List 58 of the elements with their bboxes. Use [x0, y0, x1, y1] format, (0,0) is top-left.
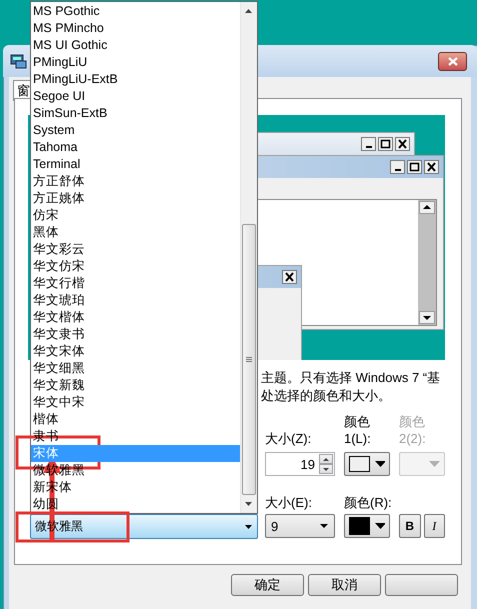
dialog-button[interactable]: [385, 574, 458, 596]
font-option[interactable]: 方正姚体: [31, 190, 240, 207]
color-label: 1(L):: [344, 430, 372, 447]
font-option[interactable]: Terminal: [31, 156, 240, 173]
down-arrow-icon[interactable]: [244, 501, 253, 507]
down-arrow-icon[interactable]: [323, 466, 329, 472]
font-option[interactable]: 黑体: [31, 224, 240, 241]
font-option[interactable]: 华文楷体: [31, 309, 240, 326]
description-text: 处选择的颜色和大小。: [261, 387, 392, 405]
up-arrow-icon[interactable]: [323, 456, 329, 462]
color-label: 颜色(R):: [344, 494, 390, 511]
minimize-icon: [366, 146, 372, 148]
font-option[interactable]: 华文细黑: [31, 360, 240, 377]
font-option[interactable]: MS UI Gothic: [31, 37, 240, 54]
italic-button[interactable]: I: [424, 514, 445, 538]
dialog-button[interactable]: 取消: [308, 574, 381, 596]
font-option[interactable]: 方正舒体: [31, 173, 240, 190]
minimize-icon: [394, 169, 400, 171]
dialog-button[interactable]: 确定: [231, 574, 304, 596]
font-option[interactable]: SimSun-ExtB: [31, 105, 240, 122]
font-option[interactable]: Tahoma: [31, 139, 240, 156]
font-option[interactable]: 华文琥珀: [31, 292, 240, 309]
color-label: 颜色: [344, 413, 371, 430]
close-icon: [446, 56, 458, 66]
font-option[interactable]: 华文行楷: [31, 275, 240, 292]
font-option[interactable]: 华文新魏: [31, 377, 240, 394]
size-label: 大小(E):: [265, 494, 313, 511]
size-spinner[interactable]: 19: [265, 452, 335, 476]
caret-icon: [375, 523, 385, 529]
up-arrow-icon[interactable]: [244, 8, 253, 14]
font-option[interactable]: MS PMincho: [31, 20, 240, 37]
bold-button[interactable]: B: [399, 514, 420, 538]
caret-icon: [374, 461, 385, 467]
font-option[interactable]: 华文宋体: [31, 343, 240, 360]
font-option[interactable]: PMingLiU: [31, 54, 240, 71]
caret-icon: [429, 461, 440, 467]
close-button[interactable]: [438, 52, 467, 70]
font-option[interactable]: 华文彩云: [31, 241, 240, 258]
caret-icon: [320, 524, 328, 528]
grip-icon: [246, 357, 252, 362]
caret-icon: [244, 524, 253, 530]
size-dropdown[interactable]: 9: [265, 514, 335, 538]
font-option[interactable]: 华文隶书: [31, 326, 240, 343]
font-option[interactable]: MS PGothic: [31, 3, 240, 20]
font-option[interactable]: System: [31, 122, 240, 139]
color-label: 2(2):: [399, 430, 427, 447]
color-picker[interactable]: [344, 452, 390, 476]
font-option[interactable]: 华文中宋: [31, 394, 240, 411]
font-option[interactable]: 楷体: [31, 411, 240, 428]
display-icon: [10, 53, 27, 69]
color-label: 颜色: [399, 413, 426, 430]
description-text: 主题。只有选择 Windows 7 “基: [261, 369, 442, 387]
font-option[interactable]: 仿宋: [31, 207, 240, 224]
color-picker[interactable]: [344, 514, 390, 538]
scroll-thumb[interactable]: [242, 224, 256, 495]
font-option[interactable]: 华文仿宋: [31, 258, 240, 275]
font-option[interactable]: 隶书: [31, 428, 240, 445]
size-label: 大小(Z):: [265, 430, 312, 447]
